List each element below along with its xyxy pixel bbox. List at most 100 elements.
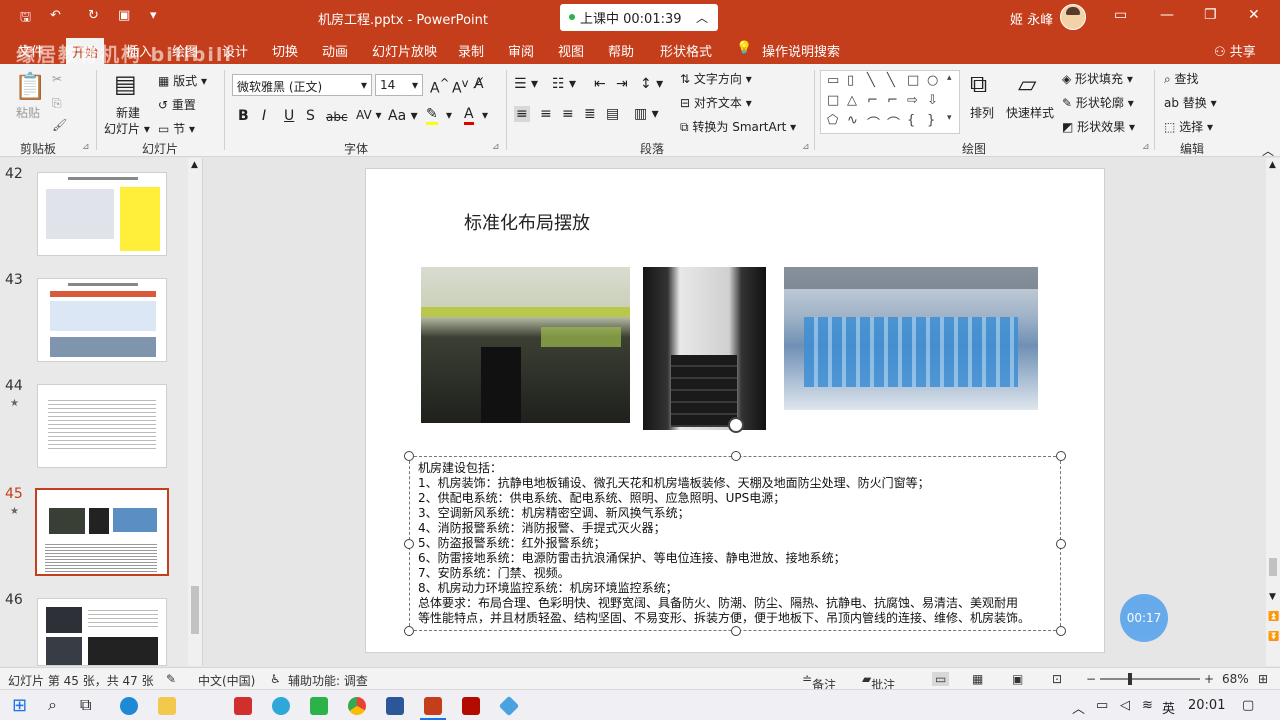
change-case-icon[interactable]: Aa ▾ xyxy=(388,108,418,124)
thumbnail-slide-42[interactable] xyxy=(37,172,167,256)
section-button[interactable]: ▭ 节 ▾ xyxy=(158,120,195,137)
tab-slideshow[interactable]: 幻灯片放映 xyxy=(372,41,437,60)
tab-animations[interactable]: 动画 xyxy=(322,41,348,60)
notifications-icon[interactable]: ▢ xyxy=(1242,698,1254,713)
language-indicator[interactable]: 中文(中国) xyxy=(198,672,255,689)
thumbnail-scrollbar[interactable]: ▲ xyxy=(188,158,202,666)
font-color-icon[interactable]: A xyxy=(464,106,474,125)
highlight-icon[interactable]: ✎ xyxy=(426,106,438,125)
copy-icon[interactable]: ⎘ xyxy=(52,96,62,111)
resize-handle[interactable] xyxy=(1056,626,1066,636)
wifi-icon[interactable]: ≋ xyxy=(1142,698,1153,713)
italic-icon[interactable]: I xyxy=(262,108,266,124)
thumbnail-slide-46[interactable] xyxy=(37,598,167,666)
reading-view-icon[interactable]: ▣ xyxy=(1012,672,1023,686)
underline-icon[interactable]: U xyxy=(284,108,294,124)
dialog-launcher-icon[interactable]: ⊿ xyxy=(1142,142,1150,152)
accessibility-status[interactable]: 辅助功能: 调查 xyxy=(288,672,368,689)
cabling-photo[interactable] xyxy=(784,267,1038,410)
tab-record[interactable]: 录制 xyxy=(458,41,484,60)
layout-button[interactable]: ▦ 版式 ▾ xyxy=(158,72,207,89)
close-icon[interactable]: ✕ xyxy=(1248,7,1260,23)
avatar[interactable] xyxy=(1060,4,1086,30)
save-icon[interactable]: 🖫 xyxy=(20,8,31,30)
present-icon[interactable]: ▣ xyxy=(118,8,130,23)
shape-outline-button[interactable]: ✎ 形状轮廓 ▾ xyxy=(1062,94,1134,111)
line-spacing-icon[interactable]: ↕ ▾ xyxy=(640,76,663,92)
tab-review[interactable]: 审阅 xyxy=(508,41,534,60)
timer-badge[interactable]: 00:17 xyxy=(1120,594,1168,642)
shape-fill-button[interactable]: ◈ 形状填充 ▾ xyxy=(1062,70,1133,87)
wechat-icon[interactable] xyxy=(310,697,328,715)
rotate-handle-icon[interactable] xyxy=(728,417,744,433)
reset-button[interactable]: ↺ 重置 xyxy=(158,96,196,113)
align-center-icon[interactable]: ≡ xyxy=(540,106,552,122)
zoom-slider[interactable] xyxy=(1100,678,1200,680)
char-spacing-icon[interactable]: AV ▾ xyxy=(356,108,382,122)
resize-handle[interactable] xyxy=(1056,451,1066,461)
spelling-icon[interactable]: ✎ xyxy=(166,672,176,686)
tab-transitions[interactable]: 切换 xyxy=(272,41,298,60)
resize-handle[interactable] xyxy=(404,626,414,636)
zoom-in-icon[interactable]: + xyxy=(1204,672,1214,686)
thumbnail-slide-43[interactable] xyxy=(37,278,167,362)
customize-qat-icon[interactable]: ▾ xyxy=(150,8,157,23)
restore-icon[interactable]: ❐ xyxy=(1204,7,1217,23)
app-icon[interactable] xyxy=(498,695,520,717)
numbering-icon[interactable]: ☷ ▾ xyxy=(552,76,576,92)
chrome-icon[interactable] xyxy=(348,697,366,715)
shape-effects-button[interactable]: ◩ 形状效果 ▾ xyxy=(1062,118,1135,135)
new-slide-button-line2[interactable]: 幻灯片 ▾ xyxy=(104,120,150,137)
powerpoint-icon[interactable] xyxy=(424,697,442,715)
shapes-gallery[interactable]: ▭ ▯ ╲ ╲ □ ○ □ △ ⌐ ⌐ ⇨ ⇩ ⬠ ∿ ⌒ ⌒ { } ▴ ▾ xyxy=(820,70,960,134)
ribbon-display-icon[interactable]: ▭ xyxy=(1114,7,1127,23)
tell-me-search[interactable]: 操作说明搜索 xyxy=(762,41,840,60)
paste-icon[interactable]: 📋 xyxy=(14,72,46,102)
slide-canvas[interactable]: 标准化布局摆放 机房建设包括： 1、机房装饰：抗静电地板铺设、微孔天花和机房墙板… xyxy=(365,168,1105,653)
font-name-select[interactable]: 微软雅黑 (正文) ▾ xyxy=(232,74,372,96)
paste-button[interactable]: 粘贴 xyxy=(16,104,40,121)
acrobat-icon[interactable] xyxy=(462,697,480,715)
increase-indent-icon[interactable]: ⇥ xyxy=(616,76,628,92)
arrange-icon[interactable]: ⧉ xyxy=(970,70,987,98)
format-painter-icon[interactable]: 🖌 xyxy=(52,118,67,132)
resize-handle[interactable] xyxy=(731,451,741,461)
find-button[interactable]: ⌕ 查找 xyxy=(1164,70,1199,87)
quick-styles-button[interactable]: 快速样式 xyxy=(1006,104,1054,121)
align-left-icon[interactable]: ≡ xyxy=(514,106,530,122)
volume-icon[interactable]: ◁ xyxy=(1120,698,1130,713)
undo-icon[interactable]: ↶ xyxy=(50,8,61,23)
server-rack-photo-1[interactable] xyxy=(421,267,630,423)
editor-scrollbar[interactable]: ▲ ▼ ⏫ ⏬ xyxy=(1266,158,1280,666)
user-name[interactable]: 姬 永峰 xyxy=(1010,9,1053,28)
tab-shape-format[interactable]: 形状格式 xyxy=(660,41,712,60)
zoom-slider-knob[interactable] xyxy=(1128,673,1132,685)
meeting-app-icon[interactable] xyxy=(272,697,290,715)
scrollbar-thumb[interactable] xyxy=(1269,558,1277,576)
dialog-launcher-icon[interactable]: ⊿ xyxy=(82,142,90,152)
accessibility-icon[interactable]: ♿ xyxy=(270,672,281,686)
clock[interactable]: 20:01 xyxy=(1188,698,1225,713)
collapse-ribbon-icon[interactable]: ︿ xyxy=(1262,142,1274,159)
class-status-pill[interactable]: 上课中 00:01:39 ︿ xyxy=(560,4,718,31)
tab-help[interactable]: 帮助 xyxy=(608,41,634,60)
bullets-icon[interactable]: ☰ ▾ xyxy=(514,76,538,92)
windows-start-icon[interactable]: ⊞ xyxy=(12,695,27,716)
select-button[interactable]: ⬚ 选择 ▾ xyxy=(1164,118,1213,135)
chevron-up-icon[interactable]: ︿ xyxy=(696,9,708,26)
redo-icon[interactable]: ↻ xyxy=(88,8,99,23)
columns-icon[interactable]: ▥ ▾ xyxy=(634,106,659,122)
edge-icon[interactable] xyxy=(120,697,138,715)
resize-handle[interactable] xyxy=(404,539,414,549)
minimize-icon[interactable]: — xyxy=(1160,7,1174,23)
grow-font-icon[interactable]: A^ xyxy=(430,76,449,97)
comments-button[interactable]: ▰ 批注 xyxy=(862,672,895,692)
share-button[interactable]: ⚇ 共享 xyxy=(1214,41,1256,60)
file-explorer-icon[interactable] xyxy=(158,697,176,715)
tab-view[interactable]: 视图 xyxy=(558,41,584,60)
dropdown-icon[interactable]: ▾ xyxy=(482,108,488,122)
server-cabinet-photo[interactable] xyxy=(643,267,766,430)
smartart-button[interactable]: ⧉ 转换为 SmartArt ▾ xyxy=(680,118,796,135)
font-size-select[interactable]: 14 ▾ xyxy=(375,74,423,96)
slide-title[interactable]: 标准化布局摆放 xyxy=(464,209,590,235)
